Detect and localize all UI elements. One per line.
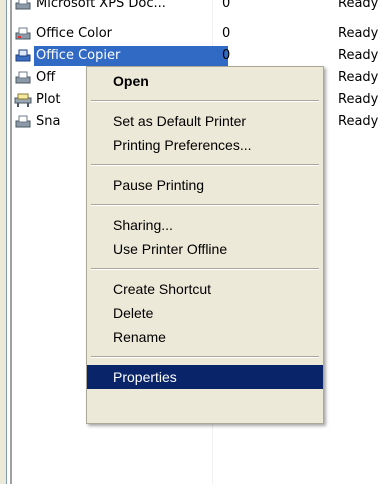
printer-icon xyxy=(14,0,32,12)
menu-separator xyxy=(91,100,319,102)
context-menu: Open Set as Default Printer Printing Pre… xyxy=(86,66,324,424)
menu-separator xyxy=(91,268,319,270)
menu-item-properties[interactable]: Properties xyxy=(87,365,323,389)
pane-border xyxy=(6,0,7,484)
printer-icon xyxy=(14,70,32,86)
menu-item-use-offline[interactable]: Use Printer Offline xyxy=(87,237,323,261)
menu-item-set-default[interactable]: Set as Default Printer xyxy=(87,109,323,133)
menu-separator xyxy=(91,164,319,166)
menu-item-printing-preferences[interactable]: Printing Preferences... xyxy=(87,133,323,157)
printer-icon xyxy=(14,114,32,130)
printer-row[interactable]: Microsoft XPS Doc... xyxy=(14,0,228,14)
printer-name: Microsoft XPS Doc... xyxy=(36,0,166,11)
menu-separator xyxy=(91,204,319,206)
docs-count: 0 xyxy=(222,0,231,11)
printer-status: Ready xyxy=(338,26,379,41)
printer-icon xyxy=(14,26,32,42)
menu-item-open[interactable]: Open xyxy=(87,69,323,93)
printer-status: Ready xyxy=(338,114,379,129)
menu-item-rename[interactable]: Rename xyxy=(87,325,323,349)
printer-status: Ready xyxy=(338,48,379,63)
printer-status: Ready xyxy=(338,70,379,85)
printer-status: Ready xyxy=(338,0,379,11)
menu-item-create-shortcut[interactable]: Create Shortcut xyxy=(87,277,323,301)
printer-name: Office Copier xyxy=(34,46,228,66)
docs-count: 0 xyxy=(222,48,231,63)
printer-status: Ready xyxy=(338,92,379,107)
menu-separator xyxy=(91,356,319,358)
plotter-icon xyxy=(14,92,32,108)
menu-item-delete[interactable]: Delete xyxy=(87,301,323,325)
docs-count: 0 xyxy=(222,26,231,41)
menu-item-sharing[interactable]: Sharing... xyxy=(87,213,323,237)
printer-row-selected[interactable]: Office Copier xyxy=(14,46,228,66)
menu-item-pause-printing[interactable]: Pause Printing xyxy=(87,173,323,197)
printer-name: Office Color xyxy=(36,26,113,41)
printer-row[interactable]: Office Color xyxy=(14,24,228,44)
printer-icon xyxy=(14,48,32,64)
